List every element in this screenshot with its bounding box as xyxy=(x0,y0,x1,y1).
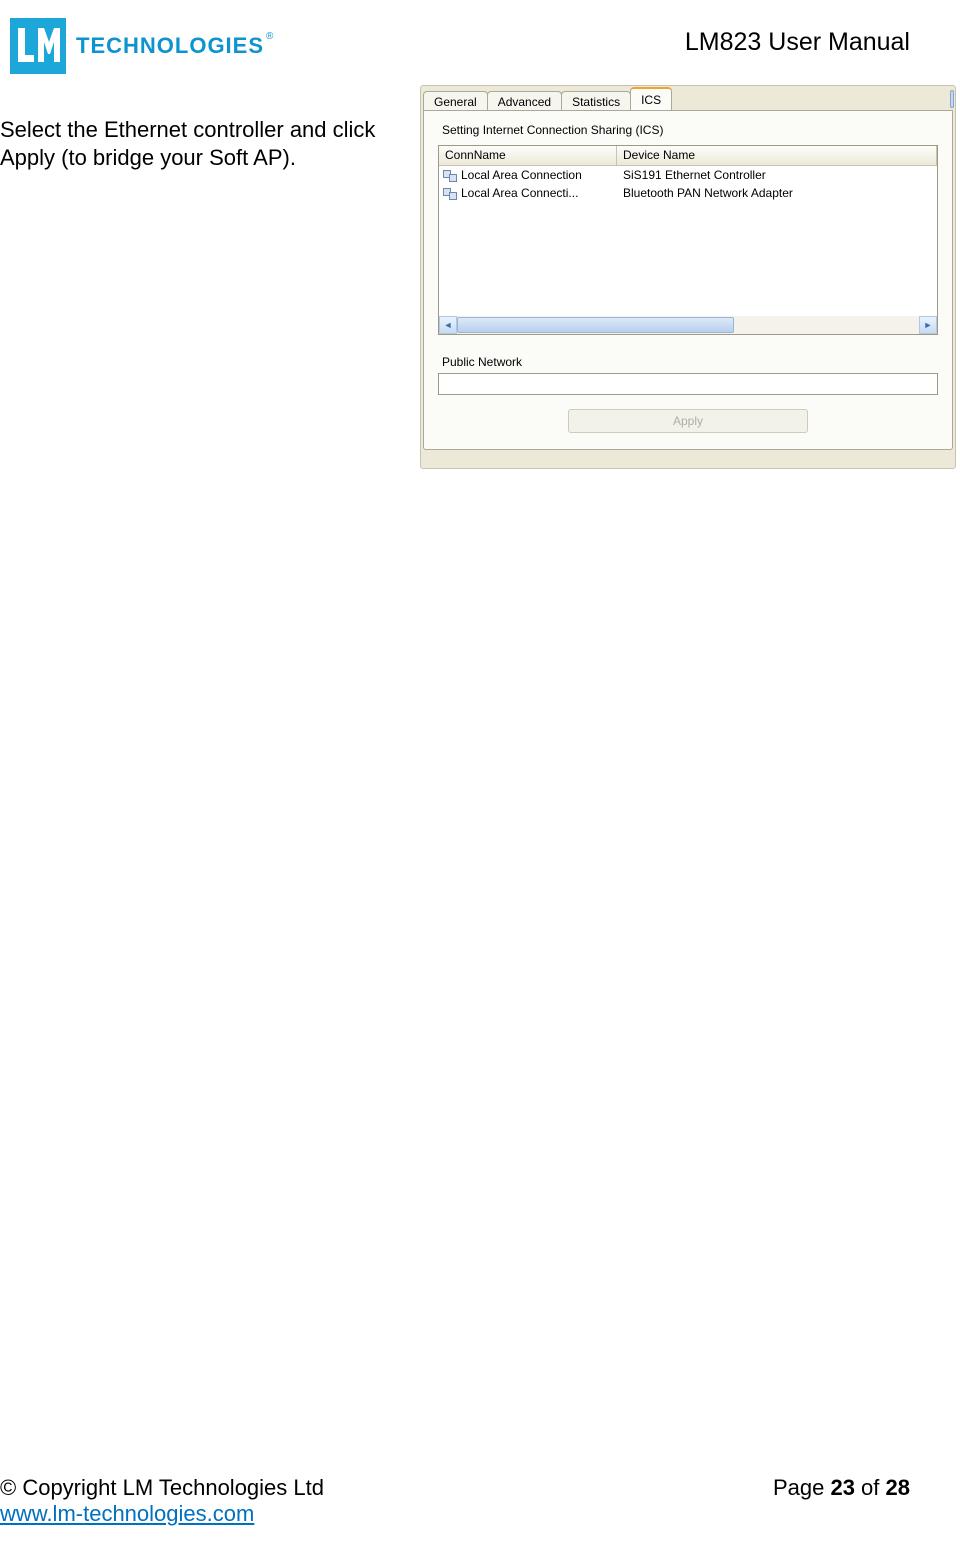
apply-button[interactable]: Apply xyxy=(568,409,808,433)
list-item[interactable]: Local Area Connecti... Bluetooth PAN Net… xyxy=(439,184,937,202)
ics-settings-panel: General Advanced Statistics ICS Setting … xyxy=(420,85,956,469)
footer-left: © Copyright LM Technologies Ltd www.lm-t… xyxy=(0,1475,324,1527)
connection-listview[interactable]: ConnName Device Name Local Area Connecti… xyxy=(438,145,938,335)
scroll-track[interactable] xyxy=(457,316,919,334)
scroll-thumb[interactable] xyxy=(457,317,734,333)
list-device-name: Bluetooth PAN Network Adapter xyxy=(617,186,937,200)
column-connname[interactable]: ConnName xyxy=(439,146,617,165)
tab-page-ics: Setting Internet Connection Sharing (ICS… xyxy=(423,110,953,450)
list-item[interactable]: Local Area Connection SiS191 Ethernet Co… xyxy=(439,166,937,184)
scroll-left-button[interactable]: ◄ xyxy=(439,316,457,334)
copyright-text: © Copyright LM Technologies Ltd xyxy=(0,1475,324,1501)
page-header: TECHNOLOGIES ® LM823 User Manual xyxy=(0,18,960,88)
page-number: Page 23 of 28 xyxy=(773,1475,910,1501)
tab-strip: General Advanced Statistics ICS xyxy=(421,86,955,110)
column-devicename[interactable]: Device Name xyxy=(617,146,937,165)
horizontal-scrollbar[interactable]: ◄ ► xyxy=(439,316,937,334)
instruction-text: Select the Ethernet controller and click… xyxy=(0,116,400,171)
page-total: 28 xyxy=(886,1475,910,1500)
list-conn-name: Local Area Connection xyxy=(461,168,582,182)
tab-general[interactable]: General xyxy=(423,91,488,111)
logo-text: TECHNOLOGIES xyxy=(76,33,264,59)
list-conn-name: Local Area Connecti... xyxy=(461,186,578,200)
chevron-right-icon: ► xyxy=(924,320,933,330)
page-sep: of xyxy=(855,1475,886,1500)
scroll-sliver-icon xyxy=(950,90,954,108)
page-footer: © Copyright LM Technologies Ltd www.lm-t… xyxy=(0,1475,910,1527)
page-current: 23 xyxy=(830,1475,854,1500)
network-connection-icon xyxy=(443,168,457,182)
ics-group-label: Setting Internet Connection Sharing (ICS… xyxy=(442,123,938,137)
tab-advanced[interactable]: Advanced xyxy=(487,91,562,111)
listview-header: ConnName Device Name xyxy=(439,146,937,166)
website-link[interactable]: www.lm-technologies.com xyxy=(0,1501,254,1526)
tab-statistics[interactable]: Statistics xyxy=(561,91,631,111)
public-network-input[interactable] xyxy=(438,373,938,395)
document-title: LM823 User Manual xyxy=(685,28,910,57)
list-device-name: SiS191 Ethernet Controller xyxy=(617,168,937,182)
tab-ics[interactable]: ICS xyxy=(630,87,672,110)
logo: TECHNOLOGIES ® xyxy=(10,18,271,74)
page-prefix: Page xyxy=(773,1475,831,1500)
chevron-left-icon: ◄ xyxy=(444,320,453,330)
registered-mark-icon: ® xyxy=(266,31,273,42)
scroll-right-button[interactable]: ► xyxy=(919,316,937,334)
logo-mark-icon xyxy=(10,18,66,74)
public-network-label: Public Network xyxy=(442,355,938,369)
network-connection-icon xyxy=(443,186,457,200)
